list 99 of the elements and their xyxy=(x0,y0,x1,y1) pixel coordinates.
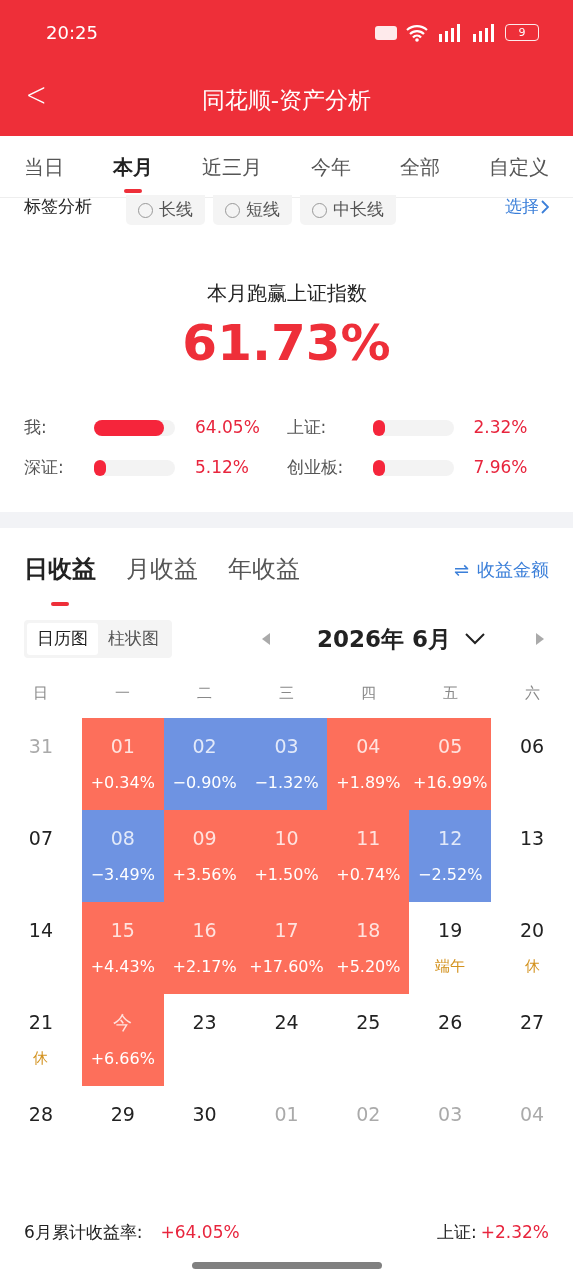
day-number: 03 xyxy=(274,734,299,759)
period-tab[interactable]: 当日 xyxy=(24,136,64,197)
daily-change: +17.60% xyxy=(249,955,324,978)
comparison-value: 7.96% xyxy=(473,456,528,480)
month-label: 2026年 6月 xyxy=(316,624,451,654)
summary-title: 本月跑赢上证指数 xyxy=(206,280,367,307)
day-number: 05 xyxy=(438,734,463,759)
back-button[interactable]: < xyxy=(25,77,47,111)
weekday-label: 一 xyxy=(114,682,132,704)
weekday-label: 五 xyxy=(441,682,459,704)
calendar-day[interactable]: 06 xyxy=(519,732,545,761)
swap-icon: ⇌ xyxy=(453,555,469,583)
day-number: 04 xyxy=(356,734,381,759)
tag-option[interactable]: 短线 xyxy=(213,195,292,225)
calendar-day[interactable]: 21 xyxy=(28,1008,53,1037)
calendar-day[interactable]: 29 xyxy=(110,1100,135,1129)
period-tab[interactable]: 全部 xyxy=(400,136,440,197)
calendar-day[interactable]: 20 xyxy=(519,916,545,945)
page-title: 同花顺-资产分析 xyxy=(201,86,372,116)
income-amount-link[interactable]: 收益金额 xyxy=(477,555,549,583)
calendar-day[interactable]: 27 xyxy=(519,1008,545,1037)
day-number: 09 xyxy=(192,826,217,851)
daily-change: −1.32% xyxy=(254,771,319,794)
tag-option[interactable]: 长线 xyxy=(126,195,205,225)
daily-change: −2.52% xyxy=(418,863,483,886)
day-number: 08 xyxy=(110,826,135,851)
daily-change: +0.74% xyxy=(336,863,401,886)
comparison-value: 5.12% xyxy=(195,456,249,480)
view-toggle-option[interactable]: 日历图 xyxy=(27,623,98,655)
day-number: 11 xyxy=(356,826,381,851)
chevron-right-icon xyxy=(541,199,549,214)
calendar-day[interactable]: 25 xyxy=(356,1008,381,1037)
weekday-label: 二 xyxy=(196,682,214,704)
hd-icon xyxy=(375,25,397,40)
daily-change: −3.49% xyxy=(90,863,155,886)
income-tab[interactable]: 日收益 xyxy=(24,528,96,610)
next-icon[interactable] xyxy=(535,632,545,646)
tag-filter-label: 标签分析 xyxy=(24,195,92,218)
period-tab[interactable]: 自定义 xyxy=(489,136,549,197)
calendar-day[interactable]: 07 xyxy=(28,824,53,853)
period-tab[interactable]: 近三月 xyxy=(202,136,262,197)
summary-value: 61.73% xyxy=(182,313,391,374)
signal-icon xyxy=(437,23,463,42)
tag-option[interactable]: 中长线 xyxy=(300,195,396,225)
holiday-note: 端午 xyxy=(435,955,466,977)
calendar-day[interactable]: 13 xyxy=(519,824,545,853)
signal-icon xyxy=(471,23,497,42)
cumulative-value: +64.05% xyxy=(160,1221,240,1244)
clock-time: 20:25 xyxy=(46,21,98,45)
wifi-icon xyxy=(405,23,429,42)
holiday-note: 休 xyxy=(33,1047,49,1069)
daily-change: +5.20% xyxy=(336,955,401,978)
calendar-day[interactable]: 28 xyxy=(28,1100,53,1129)
comparison-label: 上证: xyxy=(286,416,328,440)
weekday-label: 四 xyxy=(359,682,377,704)
select-link[interactable]: 选择 xyxy=(505,194,549,220)
daily-change: +1.89% xyxy=(336,771,401,794)
calendar-day[interactable]: 30 xyxy=(192,1100,217,1129)
day-number: 15 xyxy=(110,918,135,943)
index-label: 上证: xyxy=(437,1221,477,1244)
battery-icon: 9 xyxy=(505,24,539,41)
weekday-label: 三 xyxy=(278,682,295,704)
daily-change: +16.99% xyxy=(413,771,488,794)
day-number: 01 xyxy=(110,734,135,759)
index-value: +2.32% xyxy=(480,1221,549,1244)
previous-icon[interactable] xyxy=(260,632,271,646)
cumulative-label: 6月累计收益率: xyxy=(24,1221,143,1244)
weekday-label: 六 xyxy=(523,682,541,704)
daily-change: +6.66% xyxy=(90,1047,155,1070)
day-number: 18 xyxy=(356,918,381,943)
comparison-label: 创业板: xyxy=(286,456,345,480)
view-toggle-option[interactable]: 柱状图 xyxy=(98,623,169,655)
daily-change: +1.50% xyxy=(254,863,319,886)
calendar-day[interactable]: 14 xyxy=(28,916,53,945)
day-number: 02 xyxy=(192,734,217,759)
daily-change: +3.56% xyxy=(172,863,237,886)
period-tab[interactable]: 今年 xyxy=(311,136,351,197)
comparison-label: 我: xyxy=(24,416,48,440)
comparison-label: 深证: xyxy=(24,456,65,480)
day-number: 12 xyxy=(438,826,463,851)
day-number: 10 xyxy=(274,826,299,851)
day-number: 今 xyxy=(113,1010,133,1035)
comparison-value: 2.32% xyxy=(473,416,528,440)
calendar-day[interactable]: 24 xyxy=(274,1008,299,1037)
day-number: 16 xyxy=(192,918,217,943)
income-tab[interactable]: 年收益 xyxy=(228,528,300,610)
calendar-day[interactable]: 26 xyxy=(438,1008,463,1037)
calendar-day[interactable]: 23 xyxy=(192,1008,217,1037)
comparison-value: 64.05% xyxy=(195,416,260,440)
daily-change: +4.43% xyxy=(90,955,155,978)
daily-change: −0.90% xyxy=(172,771,237,794)
weekday-label: 日 xyxy=(32,682,50,704)
income-tab[interactable]: 月收益 xyxy=(126,528,198,610)
holiday-note: 休 xyxy=(524,955,540,977)
day-number: 17 xyxy=(274,918,299,943)
daily-change: +2.17% xyxy=(172,955,237,978)
daily-change: +0.34% xyxy=(90,771,155,794)
chevron-down-icon[interactable] xyxy=(465,633,485,645)
calendar-day[interactable]: 19 xyxy=(438,916,463,945)
